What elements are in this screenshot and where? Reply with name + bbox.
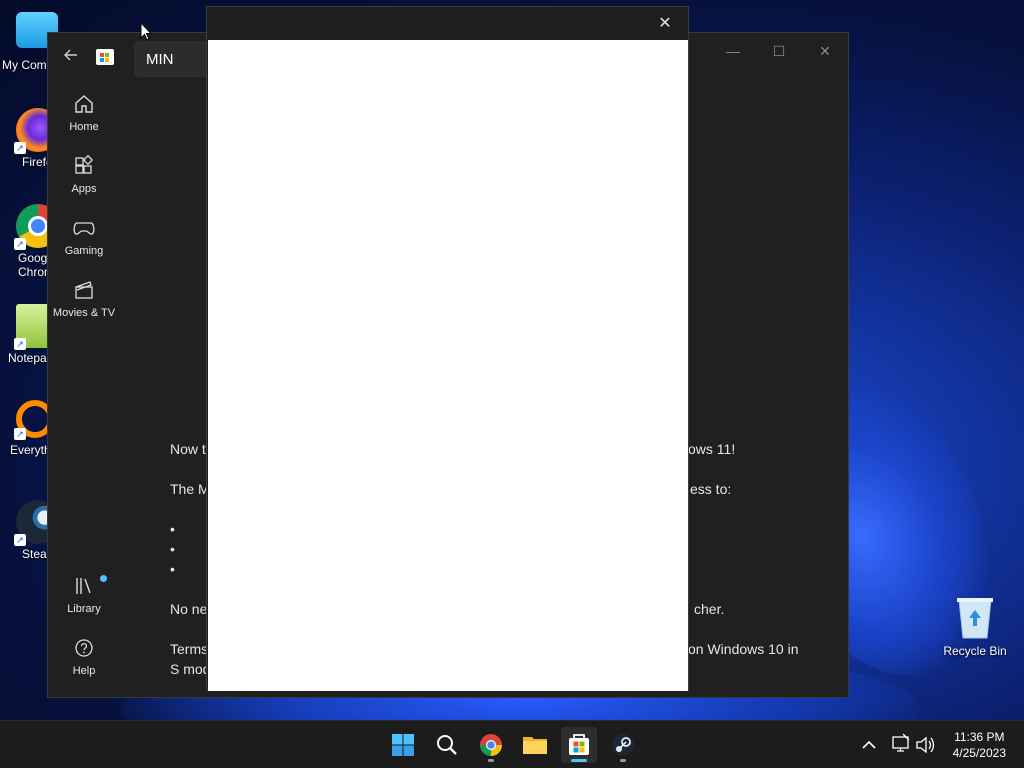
nav-label: Movies & TV bbox=[52, 307, 116, 319]
clock-date: 4/25/2023 bbox=[952, 746, 1006, 760]
content-line-4-right: on Windows 10 in bbox=[688, 641, 799, 657]
content-bullet: • bbox=[170, 541, 175, 557]
sign-in-dialog: ✕ bbox=[206, 6, 689, 691]
help-icon bbox=[75, 639, 93, 657]
chevron-up-icon bbox=[862, 740, 876, 749]
library-notification-dot bbox=[100, 575, 107, 582]
shortcut-arrow-icon: ↗ bbox=[14, 534, 26, 546]
shortcut-arrow-icon: ↗ bbox=[14, 338, 26, 350]
mouse-cursor-icon bbox=[140, 22, 152, 41]
shortcut-arrow-icon: ↗ bbox=[14, 142, 26, 154]
nav-label: Gaming bbox=[64, 245, 104, 257]
taskbar-steam-button[interactable] bbox=[605, 727, 641, 763]
content-bullet: • bbox=[170, 521, 175, 537]
content-bullet: • bbox=[170, 561, 175, 577]
show-hidden-icons-button[interactable] bbox=[860, 721, 878, 768]
content-line-1-left: Now t bbox=[170, 441, 206, 457]
apps-icon bbox=[75, 155, 94, 174]
clapperboard-icon bbox=[75, 281, 93, 299]
back-arrow-icon[interactable] bbox=[60, 47, 82, 69]
speaker-icon bbox=[916, 736, 935, 754]
store-logo-icon bbox=[96, 49, 114, 65]
taskbar: 11:36 PM 4/25/2023 bbox=[0, 720, 1024, 768]
nav-label: Apps bbox=[71, 183, 97, 195]
minimize-button[interactable]: — bbox=[718, 41, 748, 61]
shortcut-arrow-icon: ↗ bbox=[14, 428, 26, 440]
clock[interactable]: 11:36 PM 4/25/2023 bbox=[953, 729, 1006, 761]
nav-item-apps[interactable]: Apps bbox=[48, 155, 120, 211]
steam-icon bbox=[612, 734, 634, 756]
content-line-3-left: No ne bbox=[170, 601, 208, 617]
gamepad-icon bbox=[73, 222, 95, 235]
search-icon bbox=[437, 735, 457, 755]
taskbar-store-button[interactable] bbox=[561, 727, 597, 763]
start-button[interactable] bbox=[385, 727, 421, 763]
taskbar-file-explorer-button[interactable] bbox=[517, 727, 553, 763]
store-nav: Home Apps Gaming Movies & TV Library Hel… bbox=[48, 81, 120, 697]
desktop-icon-recycle-bin[interactable]: Recycle Bin bbox=[940, 596, 1010, 658]
shortcut-arrow-icon: ↗ bbox=[14, 238, 26, 250]
network-button[interactable] bbox=[890, 721, 912, 768]
content-line-2-right: ess to: bbox=[690, 481, 732, 497]
recycle-bin-icon bbox=[957, 598, 993, 639]
dialog-titlebar: ✕ bbox=[207, 7, 688, 39]
nav-label: Library bbox=[67, 603, 101, 615]
dialog-close-button[interactable]: ✕ bbox=[650, 11, 680, 37]
dialog-body bbox=[208, 40, 688, 691]
volume-button[interactable] bbox=[914, 721, 936, 768]
windows-logo-icon bbox=[392, 734, 414, 756]
nav-item-movies-tv[interactable]: Movies & TV bbox=[48, 279, 120, 335]
home-icon bbox=[75, 95, 93, 113]
content-line-3-right: cher. bbox=[694, 601, 725, 617]
nav-item-library[interactable]: Library bbox=[48, 575, 120, 631]
running-indicator bbox=[488, 759, 494, 762]
nav-item-help[interactable]: Help bbox=[48, 637, 120, 693]
maximize-button[interactable]: ☐ bbox=[764, 41, 794, 61]
nav-label: Help bbox=[72, 665, 96, 677]
content-line-1-right: ows 11! bbox=[688, 441, 736, 457]
nav-item-gaming[interactable]: Gaming bbox=[48, 217, 120, 273]
content-line-4-left: Terms bbox=[170, 641, 209, 657]
clock-time: 11:36 PM bbox=[954, 730, 1005, 744]
folder-icon bbox=[523, 737, 547, 754]
nav-label: Home bbox=[69, 121, 99, 133]
recycle-bin-label: Recycle Bin bbox=[943, 644, 1007, 658]
nav-item-home[interactable]: Home bbox=[48, 93, 120, 149]
store-bag-icon bbox=[569, 734, 589, 755]
chrome-icon bbox=[480, 734, 502, 756]
taskbar-search-button[interactable] bbox=[429, 727, 465, 763]
taskbar-chrome-button[interactable] bbox=[473, 727, 509, 763]
content-line-5-left: S mod bbox=[170, 661, 211, 677]
content-line-2-left: The M bbox=[170, 481, 210, 497]
library-icon bbox=[76, 578, 91, 594]
active-indicator bbox=[571, 759, 587, 762]
close-button[interactable]: ✕ bbox=[810, 41, 840, 61]
running-indicator bbox=[620, 759, 626, 762]
network-icon bbox=[892, 733, 910, 752]
